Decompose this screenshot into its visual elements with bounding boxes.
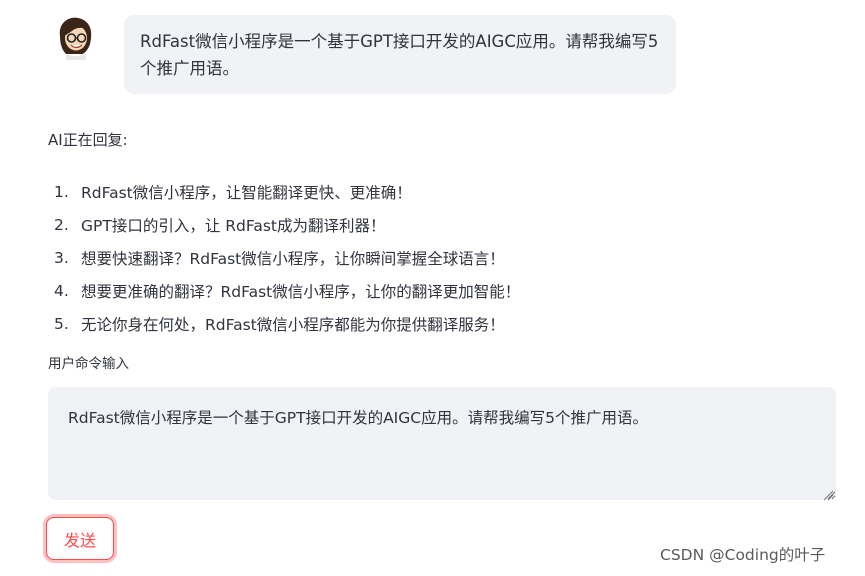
ai-reply-list: 1. RdFast微信小程序，让智能翻译更快、更准确！ 2. GPT接口的引入，… — [48, 175, 520, 340]
ai-status-text: AI正在回复: — [48, 131, 128, 149]
watermark-text: CSDN @Coding的叶子 — [660, 546, 826, 564]
command-input-textarea[interactable] — [48, 387, 836, 500]
list-item-text: GPT接口的引入，让 RdFast成为翻译利器！ — [81, 216, 386, 235]
list-item-text: RdFast微信小程序，让智能翻译更快、更准确！ — [81, 183, 412, 202]
resize-handle-icon[interactable] — [822, 486, 834, 501]
list-item-number: 4. — [54, 281, 69, 300]
list-item: 3. 想要快速翻译？RdFast微信小程序，让你瞬间掌握全球语言！ — [48, 241, 520, 274]
list-item-text: 无论你身在何处，RdFast微信小程序都能为你提供翻译服务！ — [81, 315, 505, 334]
list-item-number: 2. — [54, 215, 69, 234]
list-item-number: 3. — [54, 248, 69, 267]
send-button[interactable]: 发送 — [46, 517, 114, 560]
chat-app: RdFast微信小程序是一个基于GPT接口开发的AIGC应用。请帮我编写5个推广… — [0, 0, 865, 576]
list-item: 2. GPT接口的引入，让 RdFast成为翻译利器！ — [48, 208, 520, 241]
list-item-number: 5. — [54, 314, 69, 333]
list-item: 1. RdFast微信小程序，让智能翻译更快、更准确！ — [48, 175, 520, 208]
user-message-bubble: RdFast微信小程序是一个基于GPT接口开发的AIGC应用。请帮我编写5个推广… — [124, 15, 676, 94]
list-item-text: 想要快速翻译？RdFast微信小程序，让你瞬间掌握全球语言！ — [81, 249, 505, 268]
list-item-number: 1. — [54, 182, 69, 201]
list-item: 5. 无论你身在何处，RdFast微信小程序都能为你提供翻译服务！ — [48, 307, 520, 340]
list-item-text: 想要更准确的翻译？RdFast微信小程序，让你的翻译更加智能！ — [81, 282, 521, 301]
user-avatar-icon — [52, 14, 98, 60]
command-input-label: 用户命令输入 — [48, 356, 129, 372]
list-item: 4. 想要更准确的翻译？RdFast微信小程序，让你的翻译更加智能！ — [48, 274, 520, 307]
